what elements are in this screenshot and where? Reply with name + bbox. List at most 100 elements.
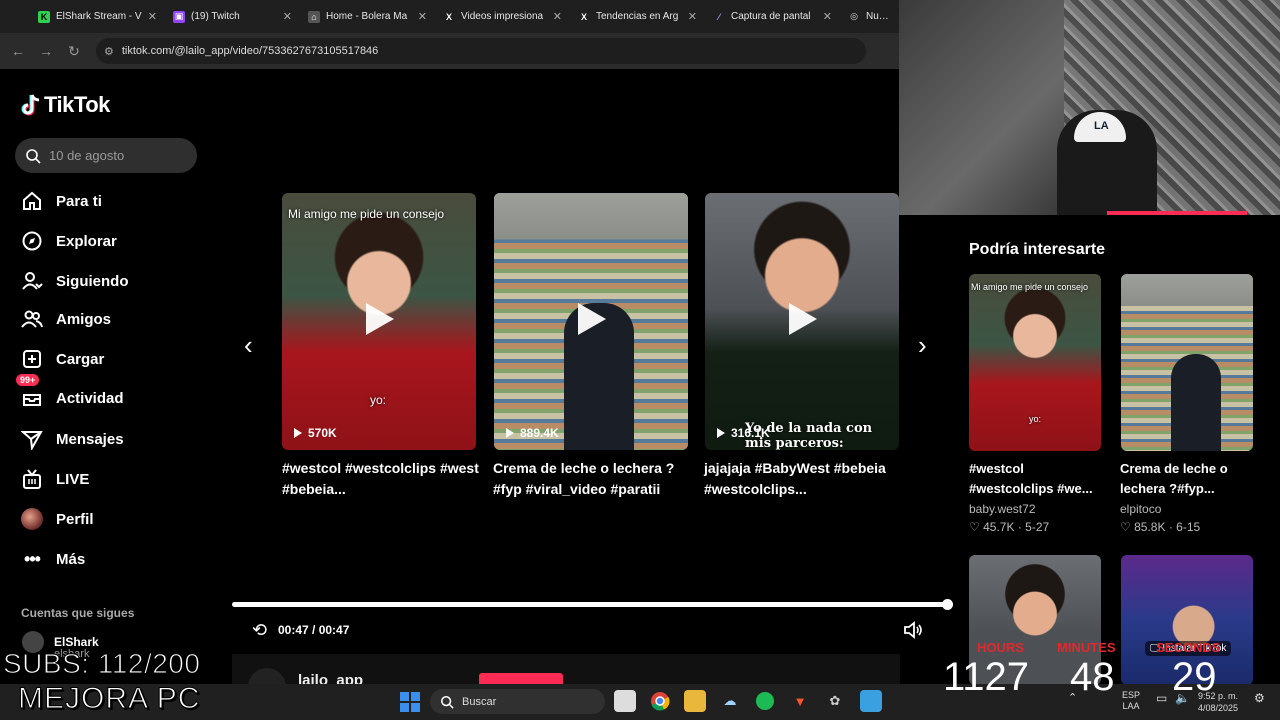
video-card[interactable]: Yo de la nada con mis parceros: 316.1K: [705, 193, 899, 450]
browser-tab[interactable]: ⌂ Home - Bolera Ma ✕: [300, 0, 435, 33]
tab-label: ElShark Stream - V: [56, 11, 142, 22]
recommended-caption[interactable]: Crema de leche o lechera ?#fyp...: [1120, 459, 1260, 499]
nav-label: Cargar: [56, 350, 105, 368]
taskbar-search[interactable]: Buscar: [430, 689, 605, 714]
nav-live[interactable]: LIVE: [20, 464, 210, 494]
recommended-card[interactable]: [1121, 274, 1253, 451]
nav-siguiendo[interactable]: Siguiendo: [20, 266, 210, 296]
play-icon: [366, 303, 394, 335]
lang-layout: LAA: [1122, 701, 1140, 711]
address-bar: ← → ↻ ⚙ tiktok.com/@lailo_app/video/7533…: [0, 33, 900, 69]
play-icon: [789, 303, 817, 335]
lang-code: ESP: [1122, 690, 1141, 700]
brave-icon[interactable]: ▼: [789, 690, 811, 712]
folder-icon[interactable]: [684, 690, 706, 712]
site-info-icon[interactable]: ⚙: [104, 45, 114, 58]
video-caption[interactable]: Crema de leche o lechera ? #fyp #viral_v…: [493, 458, 693, 500]
nav-label: Siguiendo: [56, 272, 129, 290]
browser-tab[interactable]: K ElShark Stream - V ✕: [30, 0, 165, 33]
video-caption[interactable]: #westcol #westcolclips #west #bebeia...: [282, 458, 482, 500]
timer-minutes-label: MINUTES: [1057, 640, 1116, 655]
close-icon[interactable]: ✕: [283, 10, 292, 23]
nav-label: Mensajes: [56, 430, 124, 448]
view-count: 889.4K: [506, 426, 559, 440]
progress-handle[interactable]: [942, 599, 953, 610]
play-small-icon: [717, 428, 725, 438]
close-icon[interactable]: ✕: [148, 10, 157, 23]
play-small-icon: [294, 428, 302, 438]
timer-seconds: 29: [1172, 655, 1217, 699]
compass-icon: [20, 229, 44, 253]
network-icon[interactable]: ▭: [1156, 692, 1167, 704]
search-placeholder: 10 de agosto: [49, 148, 125, 163]
replay-icon[interactable]: ⟲: [252, 620, 267, 641]
browser-tab[interactable]: ⁄ Captura de pantal ✕: [705, 0, 840, 33]
openai-icon[interactable]: ✿: [824, 690, 846, 712]
browser-tab[interactable]: ◎ Nueva p: [840, 0, 900, 33]
close-icon[interactable]: ✕: [418, 10, 427, 23]
back-icon[interactable]: ←: [4, 43, 32, 59]
reload-icon[interactable]: ↻: [60, 43, 88, 60]
browser-tab[interactable]: X Tendencias en Arg ✕: [570, 0, 705, 33]
chevron-right-icon[interactable]: ›: [918, 330, 927, 361]
video-thumbnail: [969, 274, 1101, 451]
recommended-stats: ♡ 85.8K · 6-15: [1120, 520, 1200, 534]
notepad-icon[interactable]: [860, 690, 882, 712]
recommended-card[interactable]: Mi amigo me pide un consejo yo:: [969, 274, 1101, 451]
x-icon: X: [445, 11, 452, 22]
video-caption[interactable]: jajajaja #BabyWest #bebeia #westcolclips…: [704, 458, 904, 500]
nav-actividad[interactable]: 99+ Actividad: [16, 374, 210, 413]
recommended-caption[interactable]: #westcol #westcolclips #we...: [969, 459, 1109, 499]
windows-start-icon[interactable]: [400, 692, 420, 712]
nav-perfil[interactable]: Perfil: [20, 504, 210, 534]
nav-cargar[interactable]: Cargar: [20, 344, 210, 374]
notification-icon[interactable]: ⚙: [1254, 692, 1265, 704]
view-count-value: 570K: [308, 426, 337, 440]
forward-icon[interactable]: →: [32, 43, 60, 59]
language-indicator[interactable]: ESP LAA: [1122, 690, 1140, 712]
browser-tab[interactable]: ▣ (19) Twitch ✕: [165, 0, 300, 33]
steam-icon[interactable]: ☁: [719, 690, 741, 712]
video-progress-bar[interactable]: [232, 599, 953, 610]
close-icon[interactable]: ✕: [823, 10, 832, 23]
search-input[interactable]: 10 de agosto: [15, 138, 197, 173]
taskbar-search-label: Buscar: [462, 695, 497, 708]
tab-label: Videos impresiona: [461, 11, 544, 22]
nav-mensajes[interactable]: Mensajes: [20, 424, 210, 454]
brand-name: TikTok: [44, 92, 110, 117]
spotify-icon[interactable]: [754, 690, 776, 712]
url-text: tiktok.com/@lailo_app/video/753362767310…: [121, 45, 379, 57]
chevron-left-icon[interactable]: ‹: [244, 330, 253, 361]
url-field[interactable]: ⚙ tiktok.com/@lailo_app/video/7533627673…: [96, 38, 866, 64]
recommended-stats: ♡ 45.7K · 5-27: [969, 520, 1049, 534]
task-view-icon[interactable]: [614, 690, 636, 712]
close-icon[interactable]: ✕: [553, 10, 562, 23]
view-count: 570K: [294, 426, 337, 440]
following-account-name: ElShark: [54, 635, 99, 649]
nav-explorar[interactable]: Explorar: [20, 226, 210, 256]
timer-hours: 1127: [943, 655, 1030, 699]
profile-avatar-wrap: [20, 507, 44, 531]
nav-amigos[interactable]: Amigos: [20, 304, 210, 334]
nav-mas[interactable]: ••• Más: [20, 544, 210, 574]
browser-tab[interactable]: X Videos impresiona ✕: [435, 0, 570, 33]
video-card[interactable]: 889.4K: [494, 193, 688, 450]
more-icon: •••: [24, 548, 41, 569]
close-icon[interactable]: ✕: [688, 10, 697, 23]
nav-label: Explorar: [56, 232, 117, 250]
chrome-icon[interactable]: [649, 690, 671, 712]
subs-counter: SUBS: 112/200: [2, 648, 201, 680]
goal-label: MEJORA PC: [17, 682, 201, 716]
avatar: [21, 508, 43, 530]
video-overlay-text: Mi amigo me pide un consejo: [288, 207, 445, 221]
heart-icon: ♡: [1120, 520, 1131, 534]
webcam-feed: LA: [899, 0, 1280, 215]
video-overlay-text: yo:: [370, 393, 387, 407]
video-card[interactable]: Mi amigo me pide un consejo yo: 570K: [282, 193, 476, 450]
nav-para-ti[interactable]: Para ti: [20, 186, 210, 216]
tiktok-logo[interactable]: TikTok: [20, 92, 110, 118]
recommended-author[interactable]: baby.west72: [969, 502, 1036, 516]
volume-icon[interactable]: [903, 621, 923, 644]
twitch-icon: ▣: [173, 10, 185, 23]
recommended-author[interactable]: elpitoco: [1120, 502, 1161, 516]
